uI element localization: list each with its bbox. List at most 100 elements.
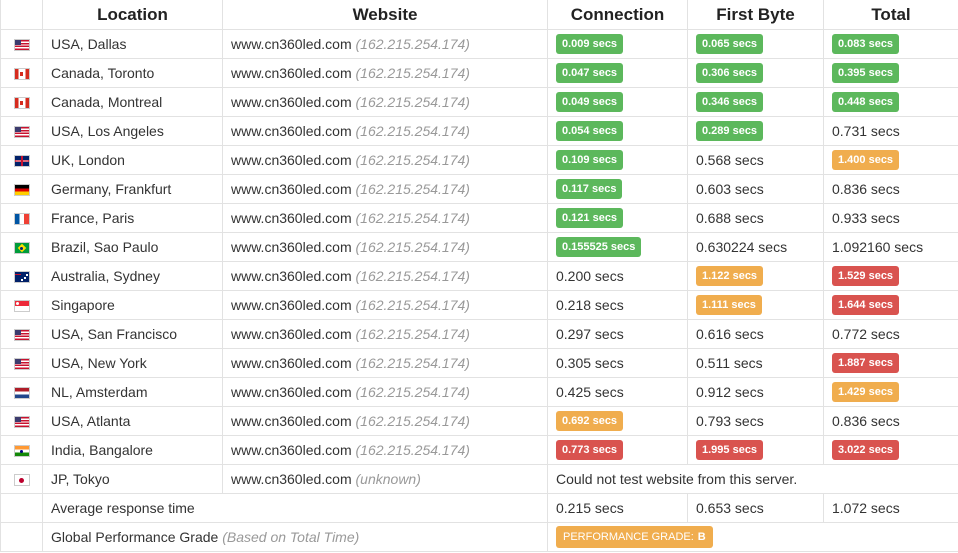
first-byte-badge: 0.065 secs — [696, 34, 764, 54]
flag-cell — [0, 58, 43, 88]
header-flag — [0, 0, 43, 30]
average-connection: 0.215 secs — [547, 493, 688, 523]
first-byte-badge: 0.289 secs — [696, 121, 764, 141]
us-flag-icon — [14, 330, 29, 341]
first-byte-value: 0.688 secs — [696, 210, 764, 226]
grade-label: Global Performance Grade — [51, 529, 219, 545]
table-row: France, Paris www.cn360led.com (162.215.2… — [0, 203, 958, 233]
website-name: www.cn360led.com — [231, 297, 352, 313]
location-cell: USA, Los Angeles — [42, 116, 223, 146]
website-cell: www.cn360led.com (162.215.254.174) — [222, 290, 548, 320]
first-byte-cell: 0.688 secs — [687, 203, 824, 233]
total-badge: 1.887 secs — [832, 353, 900, 373]
total-value: 0.772 secs — [832, 326, 900, 342]
website-name: www.cn360led.com — [231, 239, 352, 255]
total-cell: 0.083 secs — [823, 29, 958, 59]
first-byte-cell: 0.065 secs — [687, 29, 824, 59]
table-row: Germany, Frankfurt www.cn360led.com (162.… — [0, 174, 958, 204]
header-connection[interactable]: Connection — [547, 0, 688, 30]
flag-cell — [0, 261, 43, 291]
total-value: 0.933 secs — [832, 210, 900, 226]
average-label: Average response time — [42, 493, 548, 523]
grade-row: Global Performance Grade (Based on Total… — [0, 522, 958, 552]
connection-cell: 0.155525 secs — [547, 232, 688, 262]
website-cell: www.cn360led.com (162.215.254.174) — [222, 348, 548, 378]
connection-cell: 0.049 secs — [547, 87, 688, 117]
website-name: www.cn360led.com — [231, 94, 352, 110]
header-first-byte[interactable]: First Byte — [687, 0, 824, 30]
first-byte-cell: 0.346 secs — [687, 87, 824, 117]
location-cell: USA, New York — [42, 348, 223, 378]
ca-flag-icon — [14, 98, 29, 109]
website-name: www.cn360led.com — [231, 326, 352, 342]
website-ip: (162.215.254.174) — [355, 384, 470, 400]
grade-note: (Based on Total Time) — [222, 529, 360, 545]
website-cell: www.cn360led.com (unknown) — [222, 464, 548, 494]
fr-flag-icon — [14, 214, 29, 225]
jp-flag-icon — [14, 475, 29, 486]
total-badge: 0.395 secs — [832, 63, 900, 83]
first-byte-cell: 0.793 secs — [687, 406, 824, 436]
first-byte-cell: 0.306 secs — [687, 58, 824, 88]
connection-cell: 0.218 secs — [547, 290, 688, 320]
connection-cell: 0.305 secs — [547, 348, 688, 378]
connection-cell: 0.425 secs — [547, 377, 688, 407]
error-message: Could not test website from this server. — [547, 464, 958, 494]
connection-value: 0.200 secs — [556, 268, 624, 284]
header-website[interactable]: Website — [222, 0, 548, 30]
br-flag-icon — [14, 243, 29, 254]
header-total[interactable]: Total — [823, 0, 958, 30]
website-ip: (162.215.254.174) — [355, 65, 470, 81]
location-cell: India, Bangalore — [42, 435, 223, 465]
total-cell: 0.836 secs — [823, 406, 958, 436]
table-row: India, Bangalore www.cn360led.com (162.21… — [0, 435, 958, 465]
connection-cell: 0.121 secs — [547, 203, 688, 233]
header-location[interactable]: Location — [42, 0, 223, 30]
location-cell: USA, San Francisco — [42, 319, 223, 349]
total-cell: 0.448 secs — [823, 87, 958, 117]
location-cell: USA, Atlanta — [42, 406, 223, 436]
connection-cell: 0.054 secs — [547, 116, 688, 146]
first-byte-cell: 0.568 secs — [687, 145, 824, 175]
flag-cell — [0, 348, 43, 378]
connection-badge: 0.054 secs — [556, 121, 624, 141]
first-byte-cell: 0.289 secs — [687, 116, 824, 146]
connection-cell: 0.773 secs — [547, 435, 688, 465]
website-cell: www.cn360led.com (162.215.254.174) — [222, 261, 548, 291]
total-value: 0.836 secs — [832, 413, 900, 429]
table-row: USA, New York www.cn360led.com (162.215.2… — [0, 348, 958, 378]
website-ip: (162.215.254.174) — [355, 152, 470, 168]
connection-value: 0.218 secs — [556, 297, 624, 313]
total-badge: 3.022 secs — [832, 440, 900, 460]
connection-badge: 0.155525 secs — [556, 237, 642, 257]
website-cell: www.cn360led.com (162.215.254.174) — [222, 87, 548, 117]
website-cell: www.cn360led.com (162.215.254.174) — [222, 377, 548, 407]
table-row: JP, Tokyo www.cn360led.com (unknown) Could… — [0, 464, 958, 494]
average-row: Average response time 0.215 secs 0.653 s… — [0, 493, 958, 523]
connection-cell: 0.047 secs — [547, 58, 688, 88]
website-cell: www.cn360led.com (162.215.254.174) — [222, 232, 548, 262]
performance-grade-badge: PERFORMANCE GRADE: B — [556, 526, 713, 548]
website-name: www.cn360led.com — [231, 268, 352, 284]
website-cell: www.cn360led.com (162.215.254.174) — [222, 319, 548, 349]
table-row: Singapore www.cn360led.com (162.215.254.1… — [0, 290, 958, 320]
first-byte-badge: 1.995 secs — [696, 440, 764, 460]
connection-value: 0.425 secs — [556, 384, 624, 400]
ca-flag-icon — [14, 69, 29, 80]
website-name: www.cn360led.com — [231, 181, 352, 197]
table-row: USA, Atlanta www.cn360led.com (162.215.25… — [0, 406, 958, 436]
location-cell: Singapore — [42, 290, 223, 320]
connection-cell: 0.692 secs — [547, 406, 688, 436]
total-cell: 1.429 secs — [823, 377, 958, 407]
location-cell: USA, Dallas — [42, 29, 223, 59]
table-row: Brazil, Sao Paulo www.cn360led.com (162.2… — [0, 232, 958, 262]
total-cell: 3.022 secs — [823, 435, 958, 465]
connection-badge: 0.109 secs — [556, 150, 624, 170]
website-name: www.cn360led.com — [231, 210, 352, 226]
location-cell: NL, Amsterdam — [42, 377, 223, 407]
website-name: www.cn360led.com — [231, 471, 352, 487]
flag-cell — [0, 232, 43, 262]
connection-cell: 0.009 secs — [547, 29, 688, 59]
total-cell: 0.731 secs — [823, 116, 958, 146]
total-cell: 0.933 secs — [823, 203, 958, 233]
